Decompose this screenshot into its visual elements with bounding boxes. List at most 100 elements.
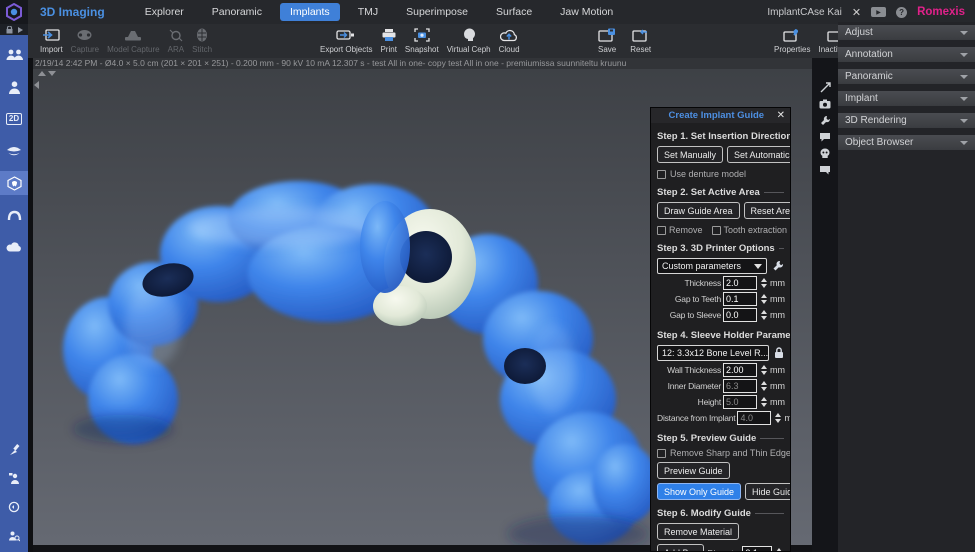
expand-arrow-icon[interactable]: [18, 27, 23, 33]
height-unit: mm: [770, 397, 784, 407]
virtual-ceph-button[interactable]: Virtual Ceph: [447, 26, 491, 54]
distance-from-implant-spinner[interactable]: [773, 412, 782, 425]
arch-icon: [7, 210, 22, 220]
person-device-icon: [8, 472, 20, 484]
collapse-left-handle[interactable]: [34, 81, 39, 89]
draw-guide-area-button[interactable]: Draw Guide Area: [657, 202, 740, 219]
wall-thickness-spinner[interactable]: [759, 364, 768, 377]
camera-icon[interactable]: [819, 99, 831, 109]
sidebar-item-smile-design[interactable]: [0, 139, 28, 163]
inner-diameter-unit: mm: [770, 381, 784, 391]
preview-guide-button[interactable]: Preview Guide: [657, 462, 730, 479]
ara-button[interactable]: ARA: [168, 26, 184, 54]
reset-area-button[interactable]: Reset Area: [744, 202, 791, 219]
panel-section-annotation[interactable]: Annotation: [838, 47, 975, 62]
printer-parameters-dropdown[interactable]: Custom parameters: [657, 258, 767, 274]
close-case-icon[interactable]: ✕: [852, 6, 861, 19]
sidebar-item-2d-imaging[interactable]: 2D: [0, 107, 28, 131]
sleeve-lock-icon[interactable]: [774, 347, 784, 359]
hide-guide-button[interactable]: Hide Guide: [745, 483, 791, 500]
thickness-spinner[interactable]: [759, 277, 768, 290]
sidebar-item-lab-tools[interactable]: [0, 437, 28, 461]
sidebar-item-user-search[interactable]: [0, 524, 28, 548]
tab-implants[interactable]: Implants: [280, 3, 340, 21]
gap-to-teeth-input[interactable]: [723, 292, 757, 306]
use-denture-model-checkbox[interactable]: [657, 170, 666, 179]
collapse-up-handle[interactable]: [38, 71, 46, 76]
wrench-icon[interactable]: [820, 115, 831, 126]
import-icon: [42, 26, 60, 44]
print-button[interactable]: Print: [380, 26, 396, 54]
tab-panoramic[interactable]: Panoramic: [202, 3, 272, 21]
move-arrow-icon[interactable]: [820, 82, 831, 93]
tab-tmj[interactable]: TMJ: [348, 3, 388, 21]
cloud-button[interactable]: Cloud: [499, 26, 520, 54]
sidebar-item-3d-imaging[interactable]: [0, 171, 28, 195]
collapse-down-handle[interactable]: [48, 71, 56, 76]
dialog-title: Create Implant Guide: [656, 110, 777, 121]
tooth-extraction-label: Tooth extraction: [724, 225, 788, 235]
panel-section-implant[interactable]: Implant: [838, 91, 975, 106]
step2-header: Step 2. Set Active Area: [657, 187, 784, 198]
sidebar-item-panoramic[interactable]: [0, 203, 28, 227]
export-objects-button[interactable]: Export Objects: [320, 26, 372, 54]
comment-icon[interactable]: [819, 132, 831, 142]
show-only-guide-button[interactable]: Show Only Guide: [657, 483, 741, 500]
height-spinner[interactable]: [759, 396, 768, 409]
sidebar-item-patient[interactable]: [0, 75, 28, 99]
remove-checkbox[interactable]: [657, 226, 666, 235]
sidebar-item-patients[interactable]: [0, 43, 28, 67]
sleeve-holder-dropdown[interactable]: 12: 3.3x12 Bone Level R...: [657, 345, 769, 361]
tab-superimpose[interactable]: Superimpose: [396, 3, 478, 21]
properties-button[interactable]: Properties: [774, 26, 810, 54]
video-tutorial-icon[interactable]: ▶: [871, 7, 886, 17]
stitch-button[interactable]: Stitch: [192, 26, 212, 54]
import-button[interactable]: Import: [40, 26, 63, 54]
save-icon: [598, 26, 616, 44]
sidebar-item-cloud[interactable]: [0, 235, 28, 259]
diameter-input[interactable]: [742, 546, 772, 552]
panel-section-3d-rendering[interactable]: 3D Rendering: [838, 113, 975, 128]
remove-sharp-edges-checkbox[interactable]: [657, 449, 666, 458]
add-bar-button[interactable]: Add Bar: [657, 544, 704, 552]
tab-surface[interactable]: Surface: [486, 3, 542, 21]
help-icon[interactable]: ?: [896, 7, 907, 18]
panel-section-adjust[interactable]: Adjust: [838, 25, 975, 40]
sidebar-item-scan-export[interactable]: [0, 466, 28, 490]
model-capture-button[interactable]: Model Capture: [107, 26, 159, 54]
remove-material-button[interactable]: Remove Material: [657, 523, 739, 540]
application-window: 2D: [0, 0, 975, 552]
sidebar-item-history[interactable]: [0, 495, 28, 519]
reset-button[interactable]: Reset: [630, 26, 651, 54]
dialog-title-bar[interactable]: Create Implant Guide ✕: [651, 108, 790, 123]
use-denture-model-label: Use denture model: [670, 169, 746, 179]
lock-icon[interactable]: [6, 26, 13, 34]
export-objects-icon: [336, 26, 356, 44]
step6-header: Step 6. Modify Guide: [657, 508, 784, 519]
capture-button[interactable]: Capture: [71, 26, 99, 54]
case-name: ImplantCAse Kai: [767, 7, 841, 18]
snapshot-button[interactable]: Snapshot: [405, 26, 439, 54]
tab-explorer[interactable]: Explorer: [135, 3, 194, 21]
panel-section-object-browser[interactable]: Object Browser: [838, 135, 975, 150]
tooth-extraction-checkbox[interactable]: [712, 226, 721, 235]
capture-icon: [76, 26, 93, 44]
comment2-icon[interactable]: [819, 165, 831, 175]
skull-icon[interactable]: [820, 148, 830, 159]
set-manually-button[interactable]: Set Manually: [657, 146, 723, 163]
gap-to-sleeve-spinner[interactable]: [759, 309, 768, 322]
wall-thickness-input[interactable]: [723, 363, 757, 377]
thickness-input[interactable]: [723, 276, 757, 290]
panel-section-panoramic[interactable]: Panoramic: [838, 69, 975, 84]
gap-to-teeth-spinner[interactable]: [759, 293, 768, 306]
printer-settings-wrench-icon[interactable]: [772, 260, 784, 272]
gap-to-sleeve-input[interactable]: [723, 308, 757, 322]
reset-icon: [632, 26, 650, 44]
diameter-spinner[interactable]: [774, 546, 783, 552]
save-button[interactable]: Save: [598, 26, 616, 54]
inner-diameter-spinner[interactable]: [759, 380, 768, 393]
romexis-logo[interactable]: [0, 0, 28, 24]
dialog-close-icon[interactable]: ✕: [777, 110, 785, 121]
tab-jaw-motion[interactable]: Jaw Motion: [550, 3, 623, 21]
set-automatically-button[interactable]: Set Automatically: [727, 146, 791, 163]
